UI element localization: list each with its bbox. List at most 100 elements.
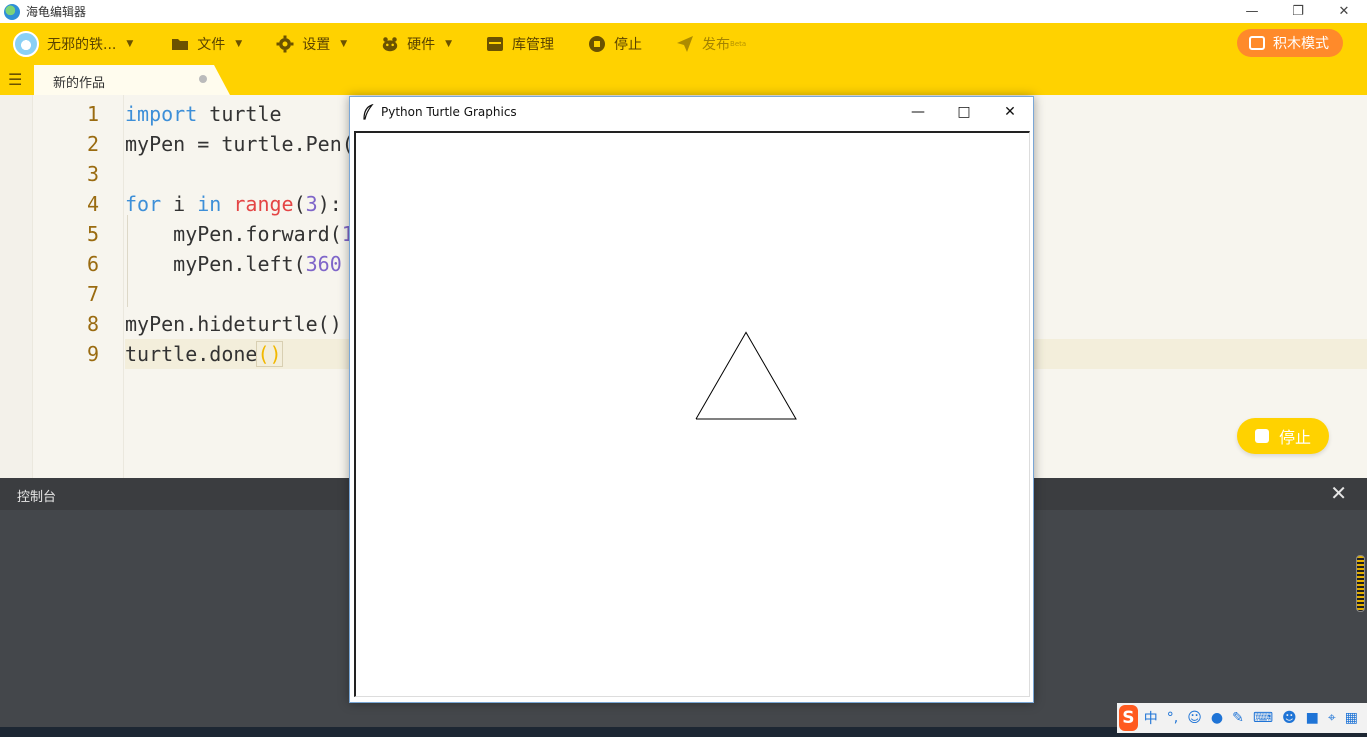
- number-token: 3: [305, 192, 318, 216]
- feather-icon: [360, 104, 376, 120]
- file-menu-label: 文件: [197, 37, 226, 53]
- gear-icon: [276, 35, 294, 53]
- triangle-shape: [695, 331, 797, 420]
- code-token: (: [293, 192, 306, 216]
- crop-icon[interactable]: ⌖: [1328, 710, 1336, 726]
- settings-menu-label: 设置: [302, 37, 331, 53]
- line-number: 4: [86, 192, 99, 216]
- builtin-token: range: [233, 192, 294, 216]
- code-line[interactable]: import turtle: [125, 99, 282, 129]
- chevron-down-icon: ▼: [445, 39, 453, 49]
- turtle-graphics-window[interactable]: Python Turtle Graphics — □ ✕: [349, 96, 1034, 703]
- tab-bar: ☰ 新的作品: [0, 65, 1367, 95]
- ime-mode-label[interactable]: 中: [1144, 708, 1158, 728]
- block-mode-button[interactable]: 积木模式: [1237, 29, 1343, 57]
- console-title: 控制台: [17, 490, 57, 505]
- stop-button[interactable]: 停止: [588, 23, 642, 65]
- number-token: 360: [305, 252, 342, 276]
- maximize-button[interactable]: □: [941, 97, 987, 127]
- window-controls: — ❐ ✕: [1229, 0, 1367, 23]
- hardware-menu-label: 硬件: [407, 37, 436, 53]
- microphone-icon[interactable]: ●: [1211, 710, 1223, 726]
- block-mode-label: 积木模式: [1273, 36, 1329, 52]
- main-toolbar: 无邪的铁... ▼ 文件 ▼ 设置 ▼ 硬件 ▼ 库管理 停止 发布 Beta …: [0, 23, 1367, 65]
- user-avatar[interactable]: [13, 31, 39, 57]
- turtle-window-title-bar[interactable]: Python Turtle Graphics — □ ✕: [350, 97, 1033, 127]
- line-number: 1: [86, 102, 99, 126]
- keyword-token: import: [125, 102, 198, 126]
- settings-menu[interactable]: 设置 ▼: [276, 23, 347, 65]
- beta-badge: Beta: [730, 40, 747, 48]
- minimize-button[interactable]: —: [895, 97, 941, 127]
- unsaved-dot-icon[interactable]: [199, 75, 207, 83]
- side-strip: [0, 95, 33, 478]
- line-number: 8: [86, 312, 99, 336]
- pen-icon[interactable]: ✎: [1232, 710, 1244, 726]
- code-token: ):: [317, 192, 342, 216]
- stop-square-icon: [1254, 429, 1269, 443]
- stop-label: 停止: [614, 37, 643, 53]
- file-menu[interactable]: 文件 ▼: [171, 23, 242, 65]
- code-token: turtle: [197, 102, 282, 126]
- shirt-icon[interactable]: ■: [1306, 710, 1319, 726]
- line-number: 7: [86, 282, 99, 306]
- menu-toggle-icon[interactable]: ☰: [8, 72, 26, 88]
- code-token: i: [161, 192, 198, 216]
- publish-label: 发布: [702, 37, 731, 53]
- app-title: 海龟编辑器: [26, 5, 87, 19]
- keyboard-icon[interactable]: ⌨: [1253, 710, 1273, 726]
- code-line[interactable]: turtle.done(): [125, 339, 283, 369]
- turtle-window-controls: — □ ✕: [895, 97, 1033, 127]
- publish-button[interactable]: 发布 Beta: [676, 23, 746, 65]
- emoji-icon[interactable]: ☺: [1187, 710, 1202, 726]
- ime-toolbar: S 中 °, ☺ ● ✎ ⌨ ☻ ■ ⌖ ▦: [1117, 703, 1367, 733]
- sogou-logo-icon[interactable]: S: [1119, 705, 1138, 731]
- console-scrollbar[interactable]: [1356, 555, 1365, 612]
- code-token: myPen.forward(: [125, 222, 342, 246]
- app-title-bar: 海龟编辑器 — ❐ ✕: [0, 0, 1367, 23]
- turtle-window-title: Python Turtle Graphics: [381, 105, 517, 119]
- user-icon[interactable]: ☻: [1282, 710, 1297, 726]
- chevron-down-icon: ▼: [126, 39, 134, 49]
- code-line[interactable]: myPen = turtle.Pen(: [125, 129, 354, 159]
- code-line[interactable]: myPen.hideturtle(): [125, 309, 342, 339]
- code-token: myPen.hideturtle(): [125, 312, 342, 336]
- close-button[interactable]: ✕: [1321, 0, 1367, 23]
- tab-label: 新的作品: [53, 76, 106, 91]
- line-number: 3: [86, 162, 99, 186]
- turtle-drawing: [695, 331, 797, 420]
- blocks-icon: [1249, 36, 1265, 50]
- library-manager-label: 库管理: [512, 37, 555, 53]
- grid-icon[interactable]: ▦: [1345, 710, 1358, 726]
- tab-new-work[interactable]: 新的作品: [34, 65, 230, 95]
- app-logo-icon: [4, 3, 20, 20]
- ime-punct-label[interactable]: °,: [1167, 710, 1178, 726]
- user-menu[interactable]: 无邪的铁... ▼: [47, 23, 133, 65]
- matched-paren-token: (): [256, 341, 283, 367]
- code-token: turtle.done: [125, 342, 258, 366]
- hardware-icon: [381, 35, 399, 53]
- keyword-token: for: [125, 192, 162, 216]
- code-token: myPen.left(: [125, 252, 306, 276]
- close-button[interactable]: ✕: [987, 97, 1033, 127]
- code-line[interactable]: myPen.left(360: [125, 249, 342, 279]
- line-number: 2: [86, 132, 99, 156]
- line-number: 6: [86, 252, 99, 276]
- close-icon[interactable]: ✕: [1330, 483, 1347, 503]
- library-manager-button[interactable]: 库管理: [486, 23, 554, 65]
- line-number: 9: [86, 342, 99, 366]
- send-icon: [676, 35, 694, 53]
- hardware-menu[interactable]: 硬件 ▼: [381, 23, 452, 65]
- user-name: 无邪的铁...: [47, 37, 117, 53]
- chevron-down-icon: ▼: [340, 39, 348, 49]
- keyword-token: in: [197, 192, 222, 216]
- chevron-down-icon: ▼: [235, 39, 243, 49]
- restore-button[interactable]: ❐: [1275, 0, 1321, 23]
- folder-icon: [171, 35, 189, 53]
- floating-stop-button[interactable]: 停止: [1237, 418, 1329, 454]
- code-line[interactable]: for i in range(3):: [125, 189, 342, 219]
- turtle-canvas[interactable]: [354, 131, 1030, 697]
- code-line[interactable]: myPen.forward(1: [125, 219, 354, 249]
- minimize-button[interactable]: —: [1229, 0, 1275, 23]
